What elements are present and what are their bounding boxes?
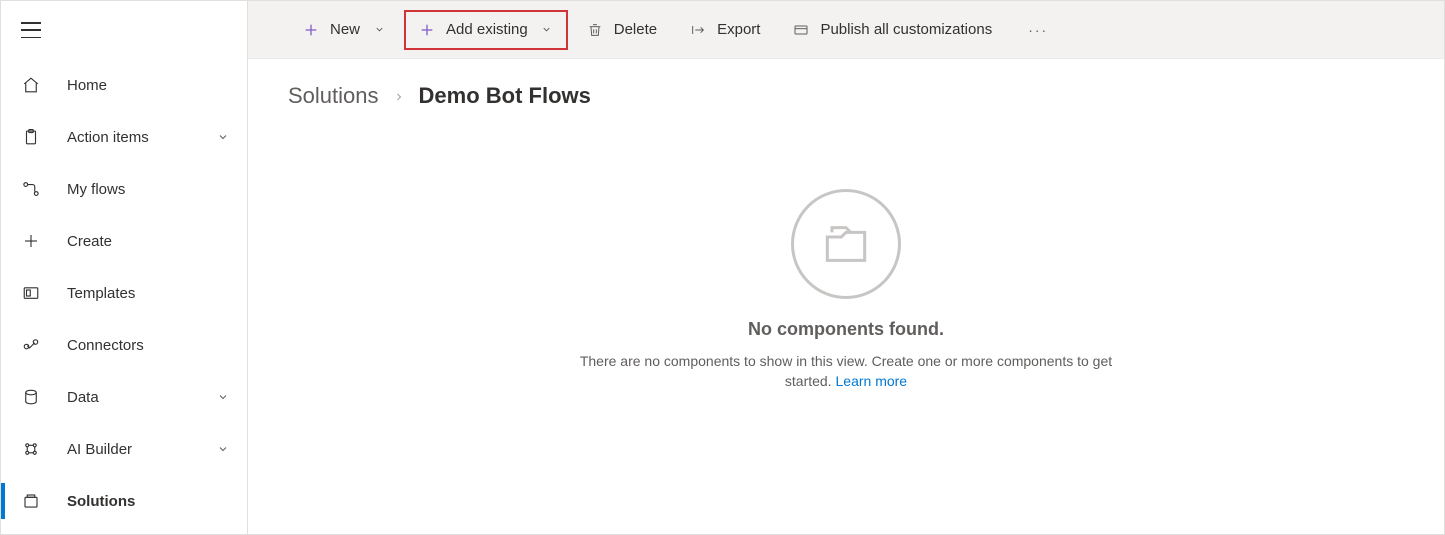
export-button[interactable]: Export bbox=[675, 10, 774, 50]
breadcrumb: Solutions Demo Bot Flows bbox=[288, 83, 1404, 109]
sidebar-item-connectors[interactable]: Connectors bbox=[1, 319, 247, 371]
chevron-right-icon bbox=[393, 91, 405, 103]
sidebar-item-templates[interactable]: Templates bbox=[1, 267, 247, 319]
sidebar-item-label: Data bbox=[67, 389, 215, 406]
learn-more-link[interactable]: Learn more bbox=[836, 373, 908, 389]
chevron-down-icon bbox=[215, 441, 231, 457]
sidebar-item-label: Home bbox=[67, 77, 231, 94]
sidebar-item-home[interactable]: Home bbox=[1, 59, 247, 111]
solution-icon bbox=[21, 491, 41, 511]
sidebar-item-label: Templates bbox=[67, 285, 231, 302]
sidebar-item-label: My flows bbox=[67, 181, 231, 198]
cmd-label: Publish all customizations bbox=[820, 21, 992, 38]
empty-state-title: No components found. bbox=[566, 319, 1126, 340]
chevron-down-icon bbox=[215, 129, 231, 145]
sidebar-item-solutions[interactable]: Solutions bbox=[1, 475, 247, 527]
delete-button[interactable]: Delete bbox=[572, 10, 671, 50]
sidebar-item-label: Solutions bbox=[67, 493, 231, 510]
plus-icon bbox=[21, 231, 41, 251]
breadcrumb-root[interactable]: Solutions bbox=[288, 83, 379, 109]
cmd-label: Add existing bbox=[446, 21, 528, 38]
overflow-menu-button[interactable]: ··· bbox=[1020, 10, 1056, 50]
flow-icon bbox=[21, 179, 41, 199]
empty-state-description: There are no components to show in this … bbox=[566, 352, 1126, 391]
new-button[interactable]: New bbox=[288, 10, 400, 50]
command-bar: New Add existing Delete bbox=[248, 1, 1444, 59]
empty-folder-icon bbox=[791, 189, 901, 299]
content-area: Solutions Demo Bot Flows No components f… bbox=[248, 59, 1444, 534]
chevron-down-icon bbox=[540, 23, 554, 37]
sidebar-item-label: AI Builder bbox=[67, 441, 215, 458]
ai-icon bbox=[21, 439, 41, 459]
nav: Home Action items My flows bbox=[1, 59, 247, 527]
database-icon bbox=[21, 387, 41, 407]
sidebar-item-my-flows[interactable]: My flows bbox=[1, 163, 247, 215]
chevron-down-icon bbox=[372, 23, 386, 37]
sidebar-item-label: Connectors bbox=[67, 337, 231, 354]
sidebar-item-create[interactable]: Create bbox=[1, 215, 247, 267]
empty-state: No components found. There are no compon… bbox=[566, 189, 1126, 391]
main: New Add existing Delete bbox=[248, 1, 1444, 534]
sidebar: Home Action items My flows bbox=[1, 1, 248, 534]
cmd-label: Delete bbox=[614, 21, 657, 38]
sidebar-item-label: Create bbox=[67, 233, 231, 250]
sidebar-item-data[interactable]: Data bbox=[1, 371, 247, 423]
publish-icon bbox=[792, 21, 810, 39]
home-icon bbox=[21, 75, 41, 95]
sidebar-item-ai-builder[interactable]: AI Builder bbox=[1, 423, 247, 475]
publish-button[interactable]: Publish all customizations bbox=[778, 10, 1006, 50]
sidebar-item-action-items[interactable]: Action items bbox=[1, 111, 247, 163]
cmd-label: New bbox=[330, 21, 360, 38]
plus-icon bbox=[302, 21, 320, 39]
chevron-down-icon bbox=[215, 389, 231, 405]
clipboard-icon bbox=[21, 127, 41, 147]
hamburger-menu-button[interactable] bbox=[21, 22, 41, 38]
cmd-label: Export bbox=[717, 21, 760, 38]
template-icon bbox=[21, 283, 41, 303]
breadcrumb-current: Demo Bot Flows bbox=[419, 83, 591, 109]
connector-icon bbox=[21, 335, 41, 355]
export-icon bbox=[689, 21, 707, 39]
add-existing-button[interactable]: Add existing bbox=[404, 10, 568, 50]
plus-icon bbox=[418, 21, 436, 39]
trash-icon bbox=[586, 21, 604, 39]
sidebar-item-label: Action items bbox=[67, 129, 215, 146]
